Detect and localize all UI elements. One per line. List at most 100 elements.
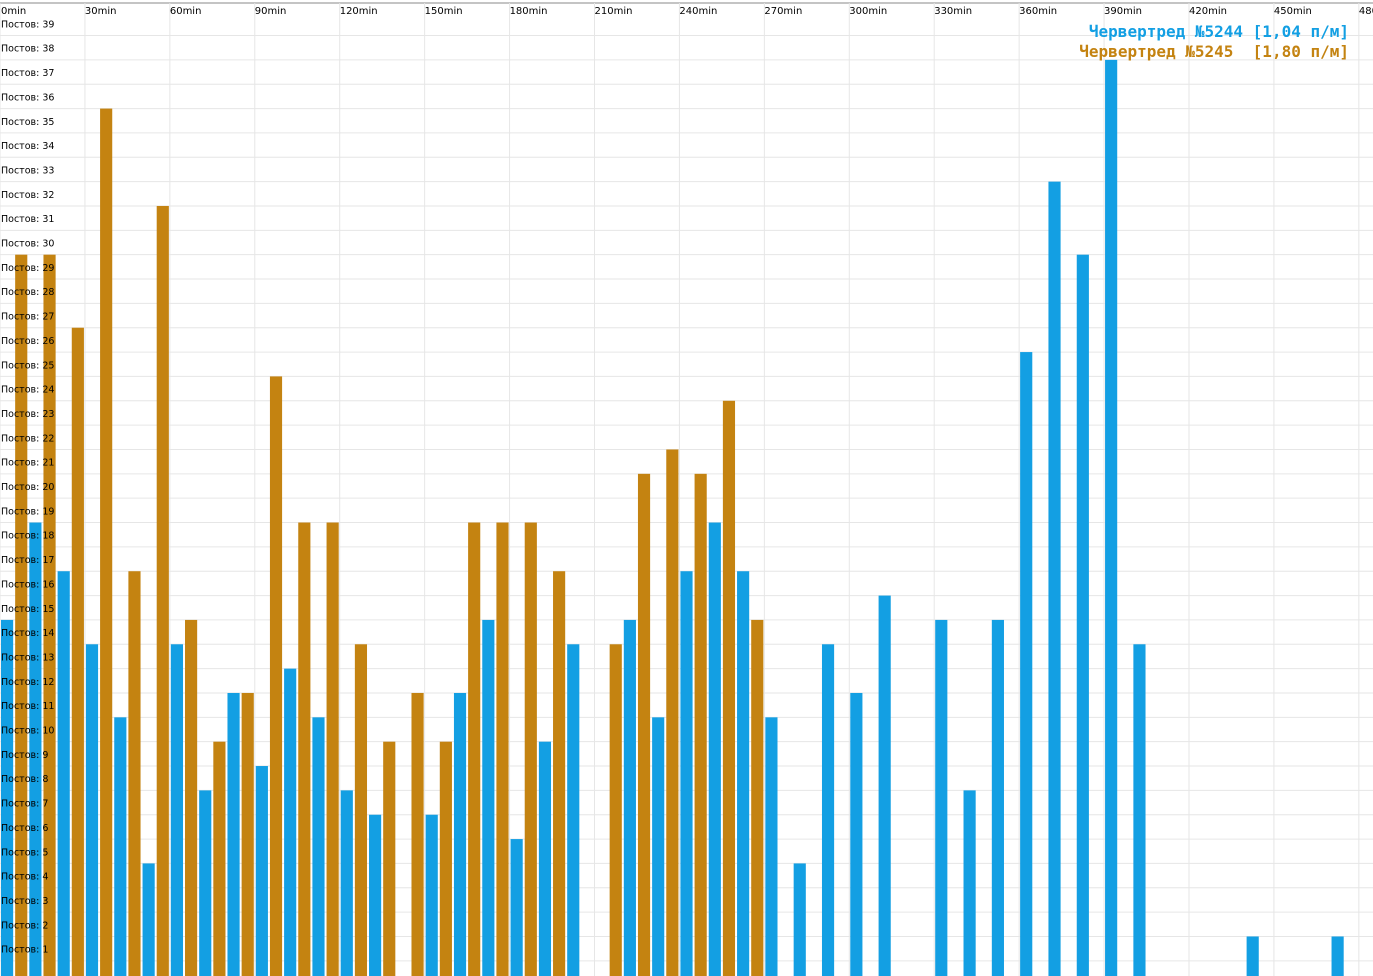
bar-series-5245	[213, 741, 226, 976]
bar-series-5244	[850, 692, 863, 976]
bar-series-5245	[326, 522, 339, 976]
y-tick-label: Постов: 18	[1, 531, 54, 542]
bar-series-5245	[71, 327, 84, 976]
bar-series-5244	[991, 619, 1004, 976]
bar-series-5245	[637, 473, 651, 976]
bar-series-5244	[1133, 644, 1146, 976]
x-tick-label: 180min	[510, 6, 548, 17]
bar-series-5244	[114, 717, 127, 976]
y-tick-label: Постов: 36	[1, 92, 54, 103]
y-tick-label: Постов: 33	[1, 165, 54, 176]
bar-series-5244	[1048, 181, 1061, 976]
y-tick-label: Постов: 13	[1, 652, 54, 663]
bar-series-5245	[609, 644, 622, 976]
bar-series-5245	[383, 741, 396, 976]
y-tick-label: Постов: 26	[1, 336, 54, 347]
bar-series-5244	[623, 619, 636, 976]
y-tick-label: Постов: 2	[1, 920, 48, 931]
y-tick-label: Постов: 19	[1, 506, 54, 517]
bar-series-5245	[439, 741, 452, 976]
legend-series-5245: Червертред №5245 [1,80 п/м]	[1079, 42, 1349, 61]
y-tick-label: Постов: 3	[1, 896, 48, 907]
bar-series-5244	[652, 717, 665, 976]
bar-series-5245	[694, 473, 707, 976]
bar-series-5244	[1246, 936, 1259, 976]
y-tick-label: Постов: 22	[1, 433, 54, 444]
y-tick-label: Постов: 24	[1, 385, 54, 396]
bar-series-5245	[241, 692, 254, 976]
bar-series-5244	[284, 668, 297, 976]
x-tick-label: 240min	[679, 6, 717, 17]
x-tick-label: 210min	[594, 6, 632, 17]
y-tick-label: Постов: 35	[1, 117, 54, 128]
y-tick-label: Постов: 14	[1, 628, 54, 639]
bar-series-5245	[100, 108, 113, 976]
bar-series-5244	[199, 790, 212, 976]
bar-chart: Постов: 1 Постов: 2 Постов: 3 Постов: 4 Пост…	[0, 2, 1373, 976]
y-tick-label: Постов: 27	[1, 312, 54, 323]
bar-series-5244	[142, 863, 155, 976]
bar-series-5244	[510, 839, 523, 976]
x-tick-label: 420min	[1189, 6, 1227, 17]
y-tick-label: Постов: 37	[1, 68, 54, 79]
y-tick-label: Постов: 5	[1, 847, 48, 858]
bar-series-5245	[185, 619, 198, 976]
bar-series-5244	[793, 863, 806, 976]
y-tick-label: Постов: 29	[1, 263, 54, 274]
bar-series-5245	[496, 522, 509, 976]
bar-series-5245	[751, 619, 764, 976]
y-tick-label: Постов: 28	[1, 287, 54, 298]
y-tick-label: Постов: 25	[1, 360, 54, 371]
y-tick-label: Постов: 10	[1, 726, 54, 737]
bar-series-5245	[298, 522, 311, 976]
bar-series-5244	[821, 644, 835, 976]
x-tick-label: 480	[1359, 6, 1373, 17]
x-tick-label: 330min	[934, 6, 972, 17]
x-tick-label: 150min	[425, 6, 463, 17]
y-tick-label: Постов: 1	[1, 945, 48, 956]
x-tick-label: 120min	[340, 6, 378, 17]
y-tick-label: Постов: 30	[1, 239, 54, 250]
x-tick-label: 450min	[1274, 6, 1312, 17]
y-tick-label: Постов: 38	[1, 44, 54, 55]
bar-series-5244	[57, 571, 70, 976]
bar-series-5244	[1076, 254, 1089, 976]
bar-series-5244	[425, 814, 438, 976]
bar-series-5244	[369, 814, 382, 976]
x-tick-label: 60min	[170, 6, 202, 17]
y-tick-label: Постов: 39	[1, 19, 54, 30]
y-tick-label: Постов: 8	[1, 774, 48, 785]
bar-series-5245	[156, 205, 169, 976]
bar-series-5244	[85, 644, 99, 976]
bar-series-5244	[878, 595, 891, 976]
bar-series-5245	[128, 571, 141, 976]
bar-series-5244	[737, 571, 750, 976]
y-tick-label: Постов: 4	[1, 872, 48, 883]
bar-series-5245	[553, 571, 566, 976]
y-tick-label: Постов: 31	[1, 214, 54, 225]
bar-series-5244	[170, 644, 184, 976]
bar-series-5244	[1105, 59, 1118, 976]
y-tick-label: Постов: 34	[1, 141, 54, 152]
y-tick-label: Постов: 16	[1, 579, 54, 590]
y-tick-label: Постов: 7	[1, 799, 48, 810]
bar-series-5244	[708, 522, 721, 976]
bar-series-5245	[468, 522, 481, 976]
bar-series-5244	[227, 692, 240, 976]
y-tick-label: Постов: 23	[1, 409, 54, 420]
bar-series-5245	[269, 376, 283, 976]
bar-series-5244	[765, 717, 778, 976]
x-tick-label: 300min	[849, 6, 887, 17]
y-tick-label: Постов: 9	[1, 750, 48, 761]
bar-series-5245	[411, 692, 424, 976]
x-tick-label: 270min	[764, 6, 802, 17]
y-tick-label: Постов: 21	[1, 458, 54, 469]
bars	[1, 59, 1344, 976]
bar-series-5244	[935, 619, 948, 976]
y-tick-label: Постов: 15	[1, 604, 54, 615]
y-tick-label: Постов: 17	[1, 555, 54, 566]
x-tick-label: 30min	[85, 6, 117, 17]
y-tick-label: Постов: 20	[1, 482, 54, 493]
bar-series-5244	[680, 571, 693, 976]
x-tick-label: 0min	[1, 6, 26, 17]
